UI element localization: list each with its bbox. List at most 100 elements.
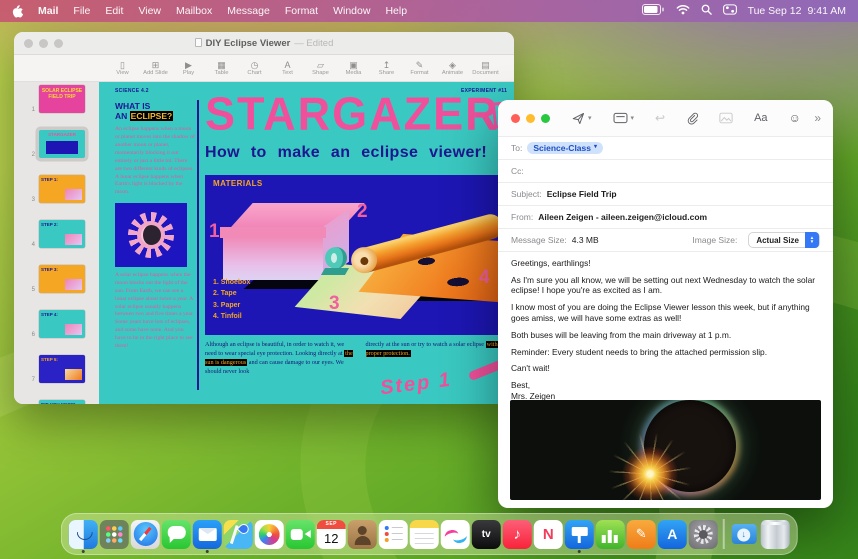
subject-field[interactable]: Subject: Eclipse Field Trip <box>498 182 833 205</box>
slide-number: 5 <box>31 287 35 293</box>
news-dock-icon[interactable]: N <box>533 519 563 549</box>
slide-thumbnail[interactable]: STEP 2: <box>39 220 85 248</box>
attach-button[interactable] <box>686 112 699 125</box>
keynote-toolbar-button[interactable]: ▦ Table <box>205 60 238 76</box>
from-field[interactable]: From: Aileen Zeigen - aileen.zeigen@iclo… <box>498 205 833 228</box>
eclipse-attachment-image[interactable] <box>510 400 821 500</box>
keynote-toolbar-button[interactable]: ↥ Share <box>370 60 403 76</box>
slide-thumbnail[interactable]: STARGAZER <box>39 130 85 158</box>
finder-dock-icon[interactable] <box>68 519 98 553</box>
cc-field[interactable]: Cc: <box>498 159 833 182</box>
slide-canvas[interactable]: SCIENCE 4.2 EXPERIMENT #11 WHAT IS AN EC… <box>99 82 514 404</box>
safari-dock-icon[interactable] <box>130 519 160 549</box>
keynote-dock-icon[interactable] <box>564 519 594 553</box>
contacts-dock-icon[interactable] <box>347 519 377 549</box>
send-button[interactable] <box>572 112 585 125</box>
send-options-chevron-icon[interactable]: ▾ <box>588 114 592 122</box>
header-fields-chevron-icon[interactable]: ▾ <box>631 114 635 122</box>
keynote-toolbar-button[interactable]: ◈ Animate <box>436 60 469 76</box>
header-fields-button[interactable] <box>613 112 628 124</box>
slide-thumbnail[interactable]: SOLAR ECLIPSE FIELD TRIP <box>39 85 85 113</box>
slide-thumbnail[interactable]: STEP 4: <box>39 310 85 338</box>
slide-thumbnail[interactable]: DID YOU KNOW... <box>39 400 85 404</box>
battery-icon[interactable] <box>641 4 665 18</box>
minimize-button[interactable] <box>526 113 535 123</box>
appletv-dock-icon[interactable]: tv <box>471 519 501 549</box>
menubar-item[interactable]: Window <box>333 5 370 17</box>
mail-dock-icon[interactable] <box>192 519 222 553</box>
launchpad-dock-icon[interactable] <box>99 519 129 549</box>
image-size-dropdown[interactable]: Actual Size ▲ ▼ <box>748 232 820 248</box>
trash-dock-icon[interactable] <box>760 519 790 549</box>
freeform-dock-icon[interactable] <box>440 519 470 549</box>
keynote-toolbar-button[interactable]: ⊞ Add Slide <box>139 60 172 76</box>
slide-number: 6 <box>31 332 35 338</box>
menubar-item[interactable]: View <box>138 5 161 17</box>
keynote-toolbar-button[interactable]: ▱ Shape <box>304 60 337 76</box>
keynote-toolbar-button[interactable]: ▶ Play <box>172 60 205 76</box>
appstore-dock-icon[interactable]: A <box>657 519 687 549</box>
slide-thumbnail[interactable]: STEP 3: <box>39 265 85 293</box>
more-toolbar-items-chevron[interactable]: » <box>814 111 821 125</box>
menubar-item[interactable]: Message <box>227 5 270 17</box>
toolbar-button-icon: ◈ <box>449 60 456 70</box>
zoom-button[interactable] <box>54 38 63 48</box>
wifi-icon[interactable] <box>676 4 690 18</box>
close-button[interactable] <box>511 113 520 123</box>
control-center-icon[interactable] <box>722 4 737 18</box>
keynote-toolbar-button[interactable]: ▤ Document <box>469 60 502 76</box>
toolbar-button-icon: ✎ <box>415 60 424 70</box>
pages-dock-icon[interactable]: ✎ <box>626 519 656 549</box>
numbers-dock-icon[interactable] <box>595 519 625 549</box>
music-dock-icon[interactable]: ♪ <box>502 519 532 549</box>
toolbar-button-icon: ⊞ <box>151 60 160 70</box>
eclipse-paragraph-2: A solar eclipse happens when the moon bl… <box>115 272 194 349</box>
zoom-button[interactable] <box>541 113 550 123</box>
shoebox-lid-front <box>220 227 326 238</box>
keynote-titlebar[interactable]: DIY Eclipse Viewer — Edited <box>14 32 514 55</box>
recipient-token[interactable]: Science-Class ▾ <box>527 141 604 155</box>
reminders-dock-icon[interactable] <box>378 519 408 549</box>
toolbar-button-icon: ▣ <box>349 60 358 70</box>
keynote-toolbar-button[interactable]: ✎ Format <box>403 60 436 76</box>
menubar-item[interactable]: Help <box>385 5 407 17</box>
menu-bar-clock[interactable]: Tue Sep 12 9:41 AM <box>748 5 846 17</box>
maps-dock-icon[interactable] <box>223 519 253 549</box>
course-tag: SCIENCE 4.2 <box>115 88 149 94</box>
notes-dock-icon[interactable] <box>409 519 439 549</box>
messages-dock-icon[interactable] <box>161 519 191 549</box>
slide-thumbnail[interactable]: STEP 5: <box>39 355 85 383</box>
toolbar-button-icon: A <box>284 60 291 70</box>
menubar-item[interactable]: File <box>73 5 90 17</box>
close-button[interactable] <box>24 38 33 48</box>
keynote-toolbar-button[interactable]: ◷ Chart <box>238 60 271 76</box>
menubar-item[interactable]: Mail <box>38 5 58 17</box>
settings-dock-icon[interactable] <box>688 519 718 549</box>
downloads-dock-icon[interactable]: ↓ <box>729 520 758 549</box>
edited-status: — Edited <box>294 37 334 49</box>
keynote-toolbar-button[interactable]: A Text <box>271 60 304 76</box>
tape-dispenser-base <box>320 268 350 275</box>
search-icon[interactable] <box>701 4 712 18</box>
calendar-dock-icon[interactable]: SEP 12 <box>316 519 346 549</box>
format-button[interactable]: Aa <box>754 112 767 124</box>
message-size-value: 4.3 MB <box>571 235 599 245</box>
menubar-item[interactable]: Edit <box>105 5 123 17</box>
mail-toolbar[interactable]: ▾ ▾ ↩ Aa ☺ » <box>498 100 833 136</box>
to-field[interactable]: To: Science-Class ▾ <box>498 136 833 159</box>
menubar-item[interactable]: Mailbox <box>176 5 212 17</box>
emoji-button[interactable]: ☺ <box>789 111 801 125</box>
keynote-toolbar-button[interactable]: ▯ View <box>106 60 139 76</box>
message-body[interactable]: Greetings, earthlings! As I'm sure you a… <box>498 251 833 400</box>
apple-menu-icon[interactable] <box>12 4 23 18</box>
mail-body-paragraph: I know most of you are doing the Eclipse… <box>511 302 810 323</box>
dock-divider[interactable] <box>720 519 728 549</box>
keynote-toolbar-button[interactable]: ▣ Media <box>337 60 370 76</box>
minimize-button[interactable] <box>39 38 48 48</box>
photos-dock-icon[interactable] <box>254 519 284 549</box>
toolbar-button-icon: ▦ <box>217 60 226 70</box>
menubar-item[interactable]: Format <box>285 5 318 17</box>
slide-thumbnail[interactable]: STEP 1: <box>39 175 85 203</box>
facetime-dock-icon[interactable] <box>285 519 315 549</box>
toolbar-button-icon: ◷ <box>250 60 259 70</box>
